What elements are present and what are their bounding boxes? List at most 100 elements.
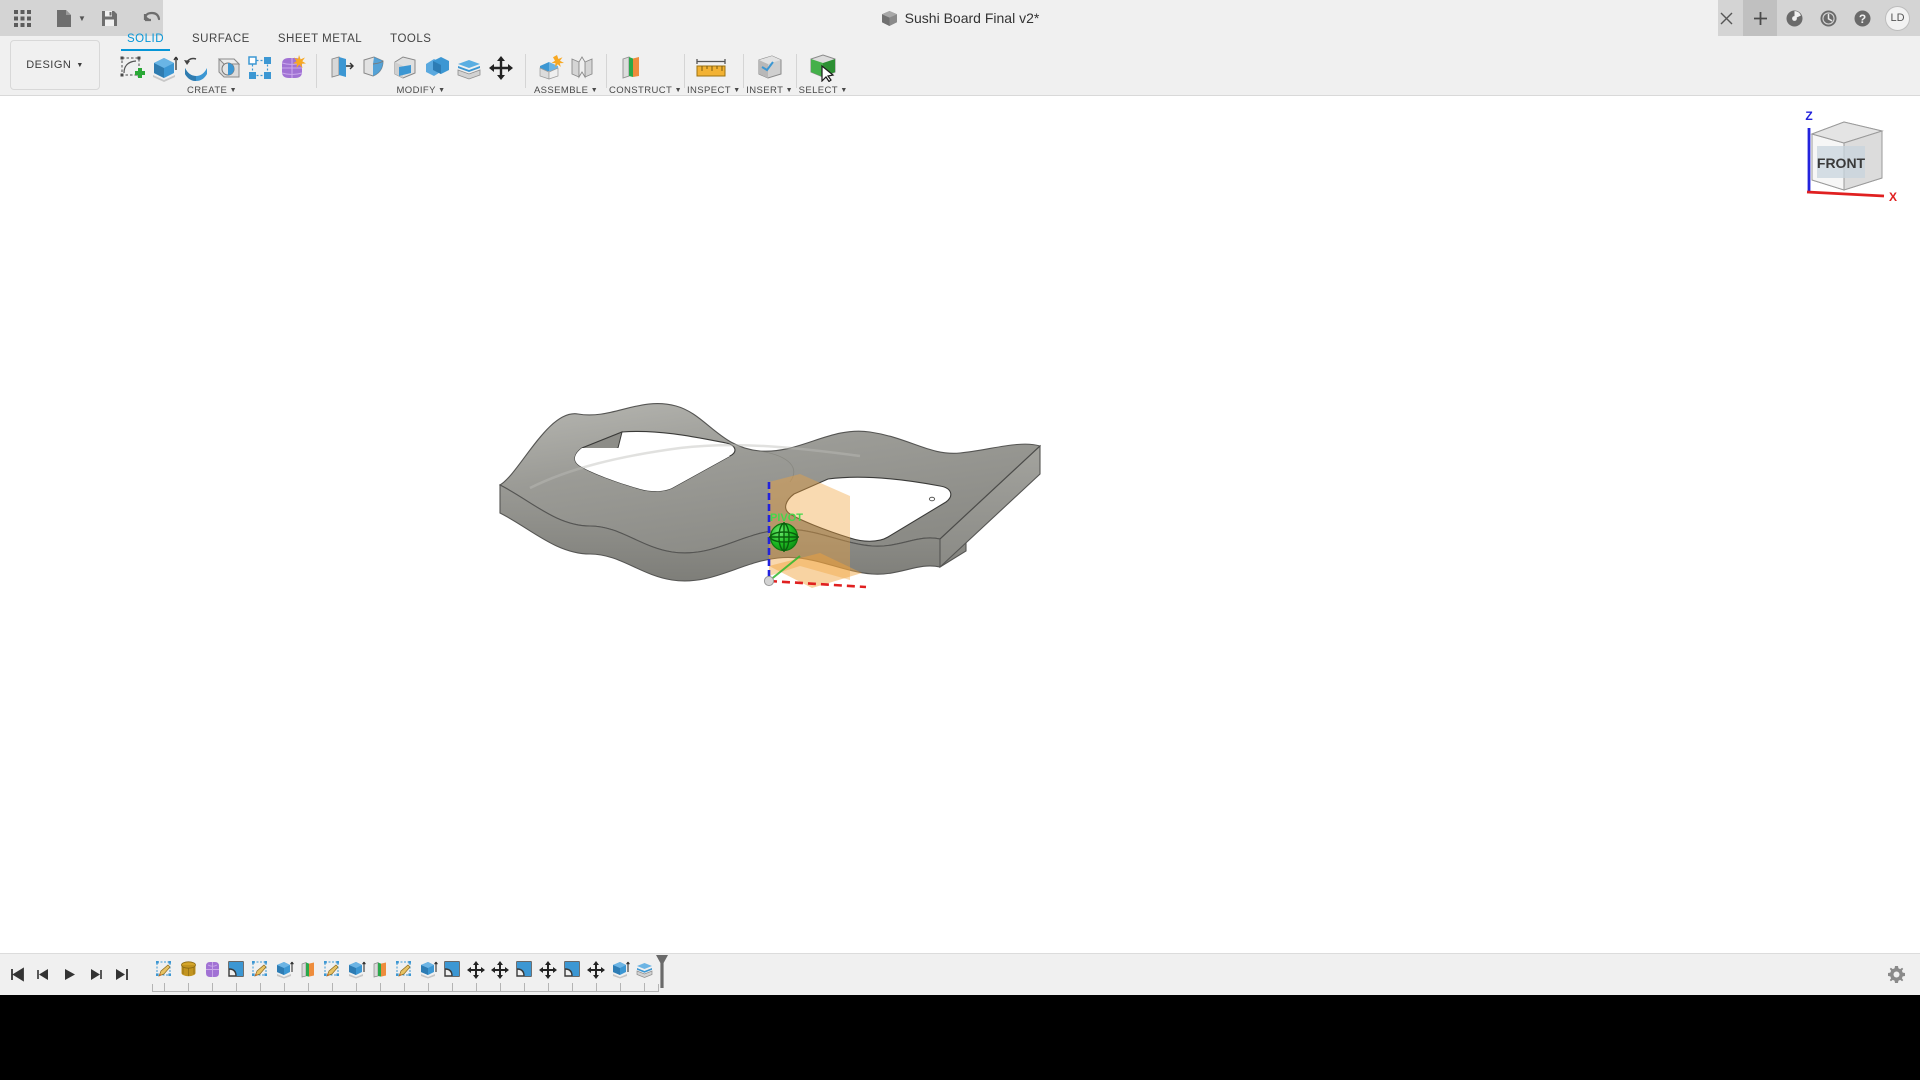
workspace-switcher-label: DESIGN <box>26 59 72 71</box>
timeline-feature-move[interactable] <box>584 954 608 984</box>
timeline-feature-list <box>152 954 668 996</box>
timeline-step-back-button[interactable] <box>31 960 56 990</box>
extrude-tool[interactable] <box>148 51 180 85</box>
tab-tools[interactable]: TOOLS <box>376 30 445 49</box>
timeline-feature-offset-face[interactable] <box>632 954 656 984</box>
tab-solid[interactable]: SOLID <box>113 30 178 51</box>
bottom-black-bar <box>0 995 1920 1080</box>
insert-derive-tool[interactable] <box>752 51 788 85</box>
timeline-feature-fillet[interactable] <box>512 954 536 984</box>
ribbon-group-construct-label[interactable]: CONSTRUCT ▼ <box>609 85 682 96</box>
ribbon-divider <box>742 54 744 88</box>
timeline-go-start-button[interactable] <box>5 960 30 990</box>
view-cube-axis-z-label: Z <box>1805 109 1812 123</box>
sweep-tool[interactable] <box>212 51 244 85</box>
press-pull-tool[interactable] <box>325 51 357 85</box>
timeline-feature-plane[interactable] <box>368 954 392 984</box>
view-cube[interactable]: FRONT Z X <box>1782 106 1902 216</box>
select-tool[interactable] <box>805 51 841 85</box>
shell-tool[interactable] <box>389 51 421 85</box>
form-tool[interactable] <box>276 51 308 85</box>
timeline-feature-move[interactable] <box>488 954 512 984</box>
tab-surface[interactable]: SURFACE <box>178 30 264 49</box>
ribbon-divider <box>606 54 607 88</box>
ribbon-group-assemble-label[interactable]: ASSEMBLE ▼ <box>528 85 604 96</box>
file-dropdown-caret[interactable]: ▼ <box>78 14 86 23</box>
timeline-feature-fillet[interactable] <box>224 954 248 984</box>
offset-plane-tool[interactable] <box>615 51 647 85</box>
timeline-feature-plane[interactable] <box>296 954 320 984</box>
combine-tool[interactable] <box>421 51 453 85</box>
chevron-down-icon: ▼ <box>76 61 84 69</box>
new-tab-icon[interactable] <box>1743 0 1777 36</box>
ribbon-divider <box>525 54 526 88</box>
view-cube-axis-x <box>1806 190 1885 198</box>
timeline-feature-fillet[interactable] <box>560 954 584 984</box>
timeline-go-end-button[interactable] <box>109 960 134 990</box>
timeline-feature-extrude[interactable] <box>416 954 440 984</box>
timeline-feature-move[interactable] <box>536 954 560 984</box>
timeline-feature-extrude[interactable] <box>272 954 296 984</box>
ribbon-tool-groups: CREATE ▼ MODIFY ▼ ASSEMBLE ▼ CONSTRUCT ▼… <box>110 50 848 96</box>
timeline-feature-material[interactable] <box>176 954 200 984</box>
ribbon-group-inspect-label[interactable]: INSPECT ▼ <box>687 85 741 96</box>
measure-tool[interactable] <box>693 51 729 85</box>
viewport-canvas[interactable]: PIVOT FRONT Z X <box>0 96 1920 986</box>
revolve-tool[interactable] <box>180 51 212 85</box>
fillet-tool[interactable] <box>357 51 389 85</box>
model-view[interactable]: PIVOT <box>0 96 1920 986</box>
ribbon-group-select-label[interactable]: SELECT ▼ <box>799 85 848 96</box>
timeline-settings-gear-icon[interactable] <box>1887 965 1906 989</box>
timeline-step-forward-button[interactable] <box>83 960 108 990</box>
move-copy-tool[interactable] <box>485 51 517 85</box>
timeline-track <box>152 982 659 992</box>
timeline-feature-fillet[interactable] <box>440 954 464 984</box>
new-component-tool[interactable] <box>534 51 566 85</box>
ribbon-group-modify-label[interactable]: MODIFY ▼ <box>319 85 523 96</box>
file-icon[interactable] <box>48 2 80 34</box>
ribbon-group-insert: INSERT ▼ <box>746 50 794 96</box>
ribbon-group-create: CREATE ▼ <box>110 50 314 96</box>
ribbon-group-assemble: ASSEMBLE ▼ <box>528 50 604 96</box>
timeline-play-button[interactable] <box>57 960 82 990</box>
timeline-feature-sketch[interactable] <box>152 954 176 984</box>
create-sketch-tool[interactable] <box>116 51 148 85</box>
ribbon-group-modify: MODIFY ▼ <box>319 50 523 96</box>
timeline-feature-sketch[interactable] <box>248 954 272 984</box>
timeline-feature-sketch[interactable] <box>392 954 416 984</box>
view-cube-axis-x-label: X <box>1889 190 1897 204</box>
ribbon-divider <box>316 54 317 88</box>
joint-tool[interactable] <box>566 51 598 85</box>
timeline-playback-controls <box>0 960 134 990</box>
timeline-feature-extrude[interactable] <box>608 954 632 984</box>
titlebar-right-toolbar: ? LD <box>1709 0 1920 36</box>
close-tab-icon[interactable] <box>1709 0 1743 36</box>
timeline-feature-move[interactable] <box>464 954 488 984</box>
tab-solid-label: SOLID <box>127 32 165 45</box>
ribbon-group-construct: CONSTRUCT ▼ <box>609 50 682 96</box>
recent-activity-icon[interactable] <box>1811 0 1845 36</box>
ribbon-divider <box>683 54 685 88</box>
pivot-origin-handle[interactable] <box>763 575 775 587</box>
offset-face-tool[interactable] <box>453 51 485 85</box>
job-status-icon[interactable] <box>1777 0 1811 36</box>
tab-sheet-metal[interactable]: SHEET METAL <box>264 30 376 49</box>
ribbon-divider <box>795 54 797 88</box>
grid-apps-icon[interactable] <box>6 2 38 34</box>
avatar[interactable]: LD <box>1885 5 1910 31</box>
workspace-tabs: SOLID SURFACE SHEET METAL TOOLS <box>113 28 445 51</box>
timeline-feature-sketch[interactable] <box>320 954 344 984</box>
timeline-feature-appearance[interactable] <box>200 954 224 984</box>
timeline-playhead[interactable] <box>655 954 669 988</box>
tab-sheet-metal-label: SHEET METAL <box>277 32 363 45</box>
tab-surface-label: SURFACE <box>192 32 250 45</box>
pivot-label: PIVOT <box>770 512 803 524</box>
workspace-switcher-button[interactable]: DESIGN ▼ <box>10 40 100 90</box>
timeline-feature-extrude[interactable] <box>344 954 368 984</box>
ribbon-toolbar: DESIGN ▼ SOLID SURFACE SHEET METAL TOOLS <box>0 33 1920 96</box>
pattern-tool[interactable] <box>244 51 276 85</box>
help-icon[interactable]: ? <box>1845 0 1879 36</box>
ribbon-group-create-label[interactable]: CREATE ▼ <box>110 85 314 96</box>
ribbon-group-insert-label[interactable]: INSERT ▼ <box>746 85 794 96</box>
avatar-initials: LD <box>1890 12 1905 24</box>
